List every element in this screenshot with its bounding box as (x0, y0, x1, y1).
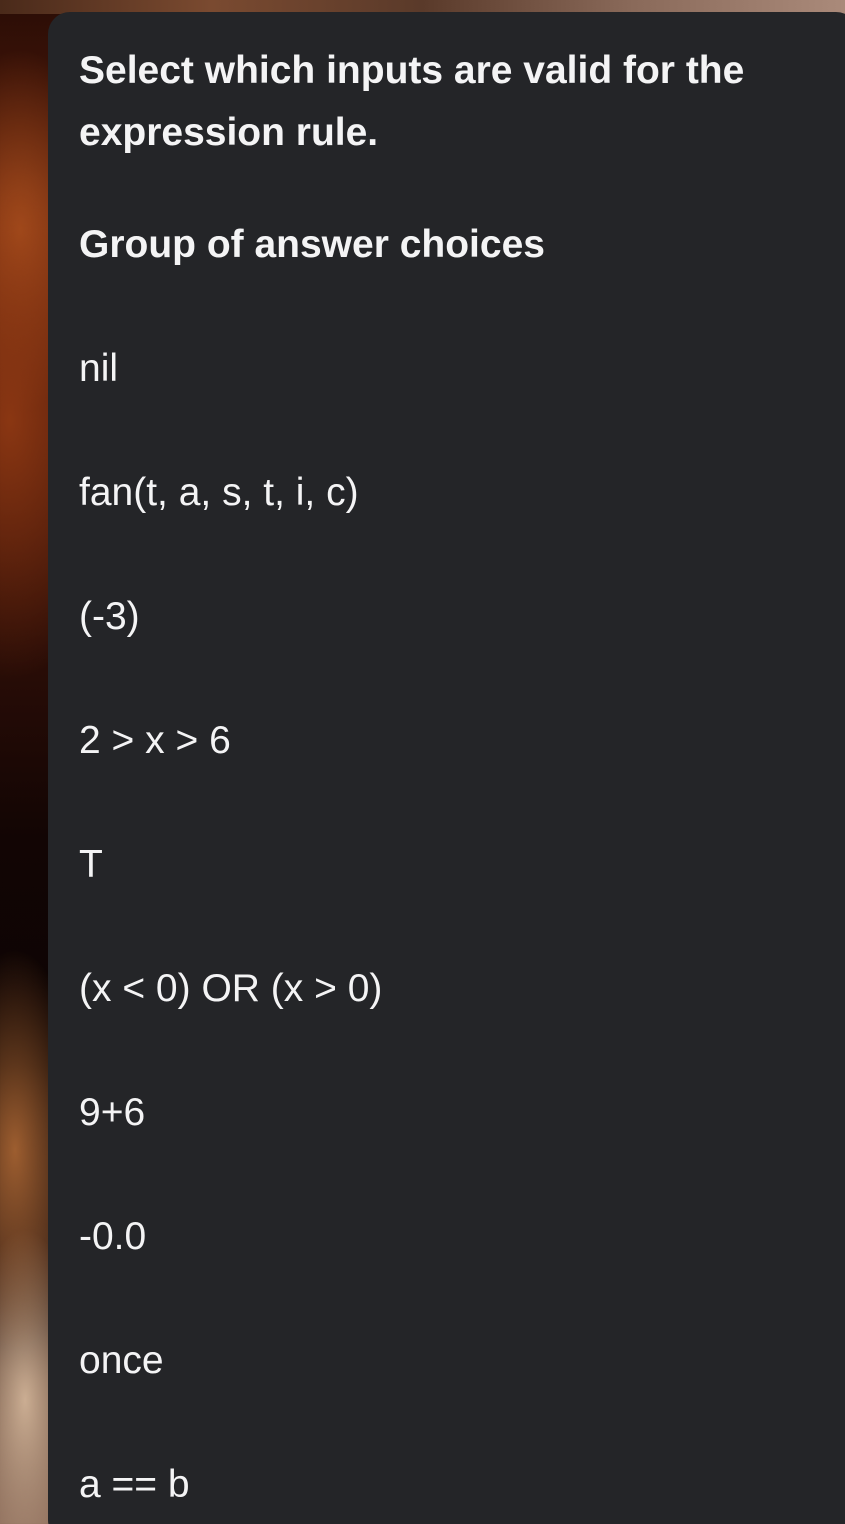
answer-choice-label: a == b (79, 1463, 190, 1506)
answer-choice-range[interactable]: 2 > x > 6 (79, 710, 382, 834)
answer-choice-or-expression[interactable]: (x < 0) OR (x > 0) (79, 958, 382, 1082)
answer-choice-label: (-3) (79, 595, 140, 638)
question-panel: Select which inputs are valid for the ex… (48, 12, 845, 1524)
answer-choice-label: 2 > x > 6 (79, 719, 231, 762)
answer-choice-label: T (79, 843, 103, 886)
answer-choices-list: nil fan(t, a, s, t, i, c) (-3) 2 > x > 6… (79, 338, 382, 1524)
answer-group-label: Group of answer choices (79, 223, 545, 266)
answer-choice-negative-three[interactable]: (-3) (79, 586, 382, 710)
answer-choice-label: -0.0 (79, 1215, 147, 1258)
answer-choice-nil[interactable]: nil (79, 338, 382, 462)
answer-choice-once[interactable]: once (79, 1330, 382, 1454)
answer-choice-equality[interactable]: a == b (79, 1454, 382, 1524)
question-text: Select which inputs are valid for the ex… (79, 49, 745, 154)
answer-choice-label: once (79, 1339, 164, 1382)
answer-choice-negative-zero[interactable]: -0.0 (79, 1206, 382, 1330)
answer-choice-fan[interactable]: fan(t, a, s, t, i, c) (79, 462, 382, 586)
answer-choice-sum[interactable]: 9+6 (79, 1082, 382, 1206)
answer-choice-label: (x < 0) OR (x > 0) (79, 967, 383, 1010)
answer-choice-label: 9+6 (79, 1091, 146, 1134)
answer-choice-label: fan(t, a, s, t, i, c) (79, 471, 359, 514)
answer-choice-label: nil (79, 347, 119, 390)
answer-choice-t[interactable]: T (79, 834, 382, 958)
